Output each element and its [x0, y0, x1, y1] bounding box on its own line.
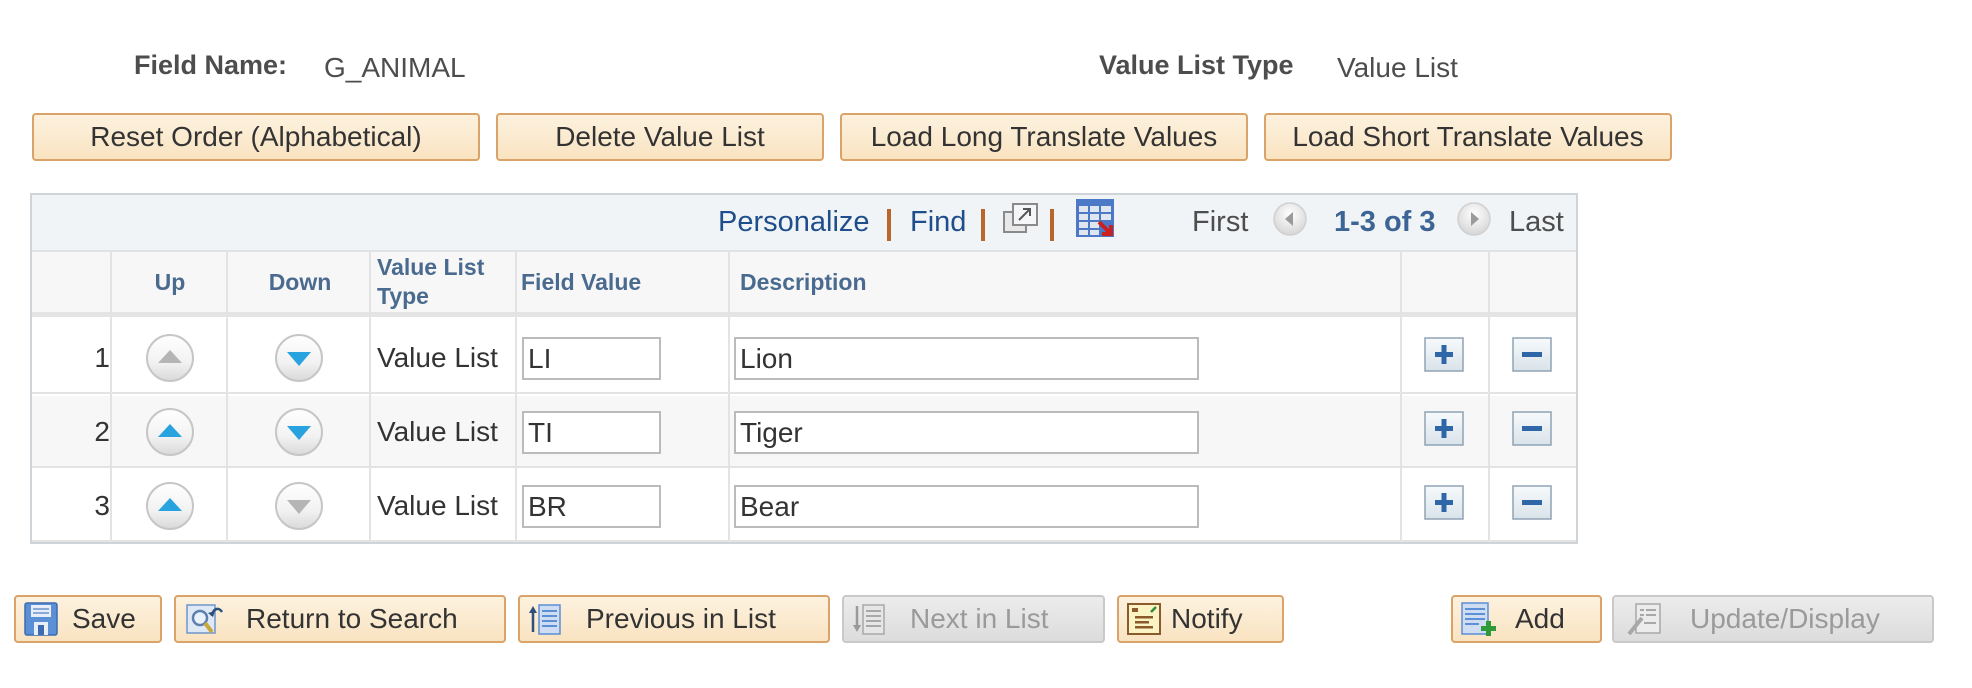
column-divider — [728, 252, 730, 542]
save-icon — [24, 602, 58, 636]
delete-row-button[interactable] — [1512, 337, 1552, 372]
last-label: Last — [1509, 206, 1564, 238]
minus-icon — [1512, 411, 1552, 446]
previous-page-icon[interactable] — [1272, 201, 1308, 237]
add-button[interactable]: Add — [1451, 595, 1602, 643]
field-value-input[interactable] — [522, 337, 661, 380]
field-value-input[interactable] — [522, 485, 661, 528]
return-to-search-icon — [186, 604, 224, 634]
column-header-up: Up — [154, 268, 186, 295]
column-divider — [226, 252, 228, 542]
next-page-icon[interactable] — [1456, 201, 1492, 237]
column-divider — [1400, 252, 1402, 542]
column-divider — [110, 252, 112, 542]
page-range: 1-3 of 3 — [1334, 206, 1436, 238]
update-display-icon — [1627, 603, 1661, 636]
notify-icon — [1127, 603, 1161, 635]
delete-value-list-button[interactable]: Delete Value List — [496, 113, 824, 161]
reset-order-button[interactable]: Reset Order (Alphabetical) — [32, 113, 480, 161]
next-in-list-button[interactable]: Next in List — [842, 595, 1105, 643]
value-list-type-value: Value List — [1337, 52, 1458, 83]
minus-icon — [1512, 337, 1552, 372]
load-short-translate-values-button[interactable]: Load Short Translate Values — [1264, 113, 1672, 161]
update-display-button[interactable]: Update/Display — [1612, 595, 1934, 643]
add-row-button[interactable] — [1424, 411, 1464, 446]
move-up-button-disabled — [145, 333, 195, 383]
column-divider — [515, 252, 517, 542]
first-label: First — [1192, 206, 1249, 238]
move-down-button[interactable] — [274, 407, 324, 457]
add-row-button[interactable] — [1424, 337, 1464, 372]
description-input[interactable] — [734, 337, 1199, 380]
field-name-value: G_ANIMAL — [324, 52, 466, 83]
new-window-icon[interactable] — [1002, 201, 1040, 237]
column-header-description: Description — [740, 268, 867, 295]
toolbar-separator — [1050, 209, 1054, 241]
previous-in-list-label: Previous in List — [586, 603, 776, 634]
table-row: 2 Value List — [32, 396, 1576, 468]
save-button[interactable]: Save — [14, 595, 162, 643]
plus-icon — [1424, 411, 1464, 446]
find-link[interactable]: Find — [910, 206, 966, 239]
next-in-list-label: Next in List — [910, 603, 1049, 634]
previous-in-list-icon — [529, 604, 561, 635]
row-number: 3 — [94, 490, 110, 521]
notify-label: Notify — [1171, 603, 1243, 634]
column-header-field-value: Field Value — [521, 268, 642, 295]
delete-row-button[interactable] — [1512, 411, 1552, 446]
move-down-button[interactable] — [274, 333, 324, 383]
toolbar-separator — [981, 209, 985, 241]
column-divider — [369, 252, 371, 542]
return-to-search-button[interactable]: Return to Search — [174, 595, 506, 643]
field-value-input[interactable] — [522, 411, 661, 454]
load-long-translate-values-button[interactable]: Load Long Translate Values — [840, 113, 1248, 161]
value-list-type-cell: Value List — [377, 416, 498, 447]
move-up-button[interactable] — [145, 407, 195, 457]
plus-icon — [1424, 485, 1464, 520]
row-number: 2 — [94, 416, 110, 447]
value-list-grid: Personalize Find First 1-3 of 3 Last Up … — [30, 193, 1578, 544]
save-label: Save — [72, 603, 136, 634]
column-header-down: Down — [268, 268, 332, 295]
grid-header-row: Up Down Value List Type Field Value Desc… — [32, 252, 1576, 317]
update-display-label: Update/Display — [1690, 603, 1880, 634]
add-icon — [1461, 602, 1496, 636]
minus-icon — [1512, 485, 1552, 520]
column-header-value-list-type: Value List Type — [377, 254, 485, 309]
table-row: 3 Value List — [32, 470, 1576, 542]
toolbar-separator — [887, 209, 891, 241]
download-to-excel-icon[interactable] — [1075, 198, 1115, 238]
value-list-type-cell: Value List — [377, 342, 498, 373]
table-row: 1 Value List — [32, 322, 1576, 394]
personalize-link[interactable]: Personalize — [718, 206, 870, 239]
notify-button[interactable]: Notify — [1117, 595, 1284, 643]
plus-icon — [1424, 337, 1464, 372]
value-list-type-cell: Value List — [377, 490, 498, 521]
value-list-type-label: Value List Type — [1099, 50, 1294, 80]
move-up-button[interactable] — [145, 481, 195, 531]
add-row-button[interactable] — [1424, 485, 1464, 520]
next-in-list-icon — [853, 604, 885, 635]
grid-toolbar: Personalize Find First 1-3 of 3 Last — [32, 195, 1576, 252]
move-down-button-disabled — [274, 481, 324, 531]
column-divider — [1488, 252, 1490, 542]
previous-in-list-button[interactable]: Previous in List — [518, 595, 830, 643]
delete-row-button[interactable] — [1512, 485, 1552, 520]
add-label: Add — [1515, 603, 1565, 634]
return-to-search-label: Return to Search — [246, 603, 458, 634]
description-input[interactable] — [734, 485, 1199, 528]
row-number: 1 — [94, 342, 110, 373]
description-input[interactable] — [734, 411, 1199, 454]
field-name-label: Field Name: — [134, 50, 288, 80]
